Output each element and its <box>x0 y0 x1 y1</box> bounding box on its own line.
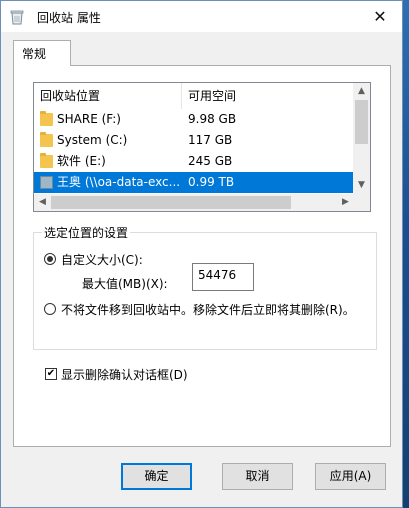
horizontal-scrollbar[interactable]: ◀ ▶ <box>34 194 354 211</box>
drive-free-space: 0.99 TB <box>188 175 235 189</box>
tab-general[interactable]: 常规 <box>13 40 71 66</box>
window-title: 回收站 属性 <box>37 11 101 25</box>
recycle-bin-icon <box>10 10 24 25</box>
cancel-button[interactable]: 取消 <box>222 463 293 490</box>
apply-button[interactable]: 应用(A) <box>315 463 386 490</box>
folder-icon <box>40 153 53 168</box>
column-header-free-space[interactable]: 可用空间 <box>182 83 354 109</box>
scroll-right-icon[interactable]: ▶ <box>337 194 354 211</box>
title-bar: 回收站 属性 ✕ <box>1 1 402 32</box>
ok-button[interactable]: 确定 <box>121 463 192 490</box>
general-tab-panel: 回收站位置 可用空间 SHARE (F:) 9.98 GB System (C:… <box>13 65 391 447</box>
max-size-label: 最大值(MB)(X): <box>82 277 168 291</box>
no-recycle-radio[interactable] <box>44 303 56 315</box>
vertical-scrollbar[interactable]: ▲ ▼ <box>353 83 370 194</box>
recycle-bin-properties-dialog: 回收站 属性 ✕ 常规 回收站位置 可用空间 SHARE (F:) 9.98 G… <box>0 0 403 508</box>
desktop-background <box>403 0 409 508</box>
network-drive-icon <box>40 176 53 189</box>
group-legend: 选定位置的设置 <box>42 224 131 241</box>
list-item[interactable]: SHARE (F:) 9.98 GB <box>34 109 354 130</box>
drive-free-space: 9.98 GB <box>188 112 237 126</box>
max-size-input[interactable]: 54476 <box>192 263 254 291</box>
custom-size-label[interactable]: 自定义大小(C): <box>61 251 143 268</box>
list-header: 回收站位置 可用空间 <box>34 83 354 109</box>
confirm-delete-label[interactable]: 显示删除确认对话框(D) <box>61 366 188 383</box>
recycle-bin-location-list[interactable]: 回收站位置 可用空间 SHARE (F:) 9.98 GB System (C:… <box>33 82 371 212</box>
drive-location: SHARE (F:) <box>57 112 121 126</box>
scroll-left-icon[interactable]: ◀ <box>34 194 51 211</box>
scrollbar-corner <box>353 194 370 211</box>
no-recycle-label[interactable]: 不将文件移到回收站中。移除文件后立即将其删除(R)。 <box>61 301 355 318</box>
drive-location: System (C:) <box>57 133 128 147</box>
confirm-delete-checkbox[interactable]: ✔ <box>45 368 57 380</box>
folder-icon <box>40 111 53 126</box>
drive-free-space: 245 GB <box>188 154 233 168</box>
close-icon: ✕ <box>373 7 387 26</box>
scroll-up-icon[interactable]: ▲ <box>353 83 370 100</box>
list-item[interactable]: 软件 (E:) 245 GB <box>34 151 354 172</box>
folder-icon <box>40 132 53 147</box>
column-header-location[interactable]: 回收站位置 <box>34 83 182 109</box>
vertical-scroll-thumb[interactable] <box>355 100 368 144</box>
close-button[interactable]: ✕ <box>358 1 402 32</box>
custom-size-radio[interactable] <box>44 253 56 265</box>
list-item-selected[interactable]: 王奥 (\\oa-data-exc... 0.99 TB <box>34 172 354 193</box>
drive-location: 软件 (E:) <box>57 154 106 168</box>
drive-free-space: 117 GB <box>188 133 233 147</box>
scroll-down-icon[interactable]: ▼ <box>353 177 370 194</box>
list-item[interactable]: System (C:) 117 GB <box>34 130 354 151</box>
location-settings-group: 选定位置的设置 自定义大小(C): 最大值(MB)(X): 54476 不将文件… <box>33 224 377 350</box>
drive-location: 王奥 (\\oa-data-exc... <box>57 175 181 189</box>
horizontal-scroll-thumb[interactable] <box>51 196 291 209</box>
